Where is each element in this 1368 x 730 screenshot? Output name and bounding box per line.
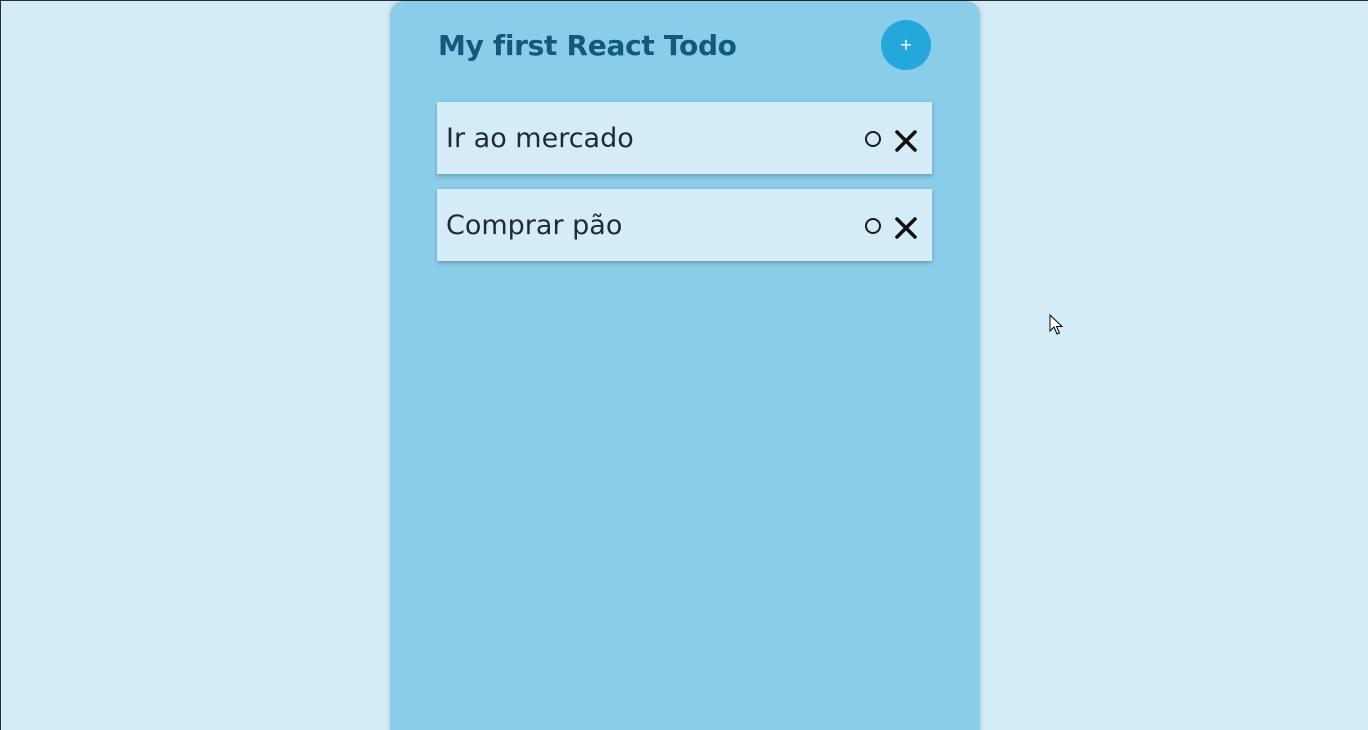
todo-item: Comprar pão bbox=[437, 189, 932, 261]
mouse-cursor-icon bbox=[1049, 313, 1064, 336]
todo-list: Ir ao mercado Comprar pão bbox=[437, 102, 932, 276]
page-title: My first React Todo bbox=[438, 29, 737, 62]
add-todo-button[interactable]: + bbox=[881, 20, 931, 70]
todo-item: Ir ao mercado bbox=[437, 102, 932, 174]
todo-text: Comprar pão bbox=[446, 210, 623, 241]
complete-circle-icon[interactable] bbox=[865, 131, 881, 147]
delete-x-icon[interactable] bbox=[894, 216, 918, 240]
complete-circle-icon[interactable] bbox=[865, 218, 881, 234]
todo-panel: My first React Todo + Ir ao mercado Comp… bbox=[390, 1, 980, 730]
todo-text: Ir ao mercado bbox=[446, 123, 634, 154]
delete-x-icon[interactable] bbox=[894, 129, 918, 153]
page: My first React Todo + Ir ao mercado Comp… bbox=[0, 0, 1368, 730]
